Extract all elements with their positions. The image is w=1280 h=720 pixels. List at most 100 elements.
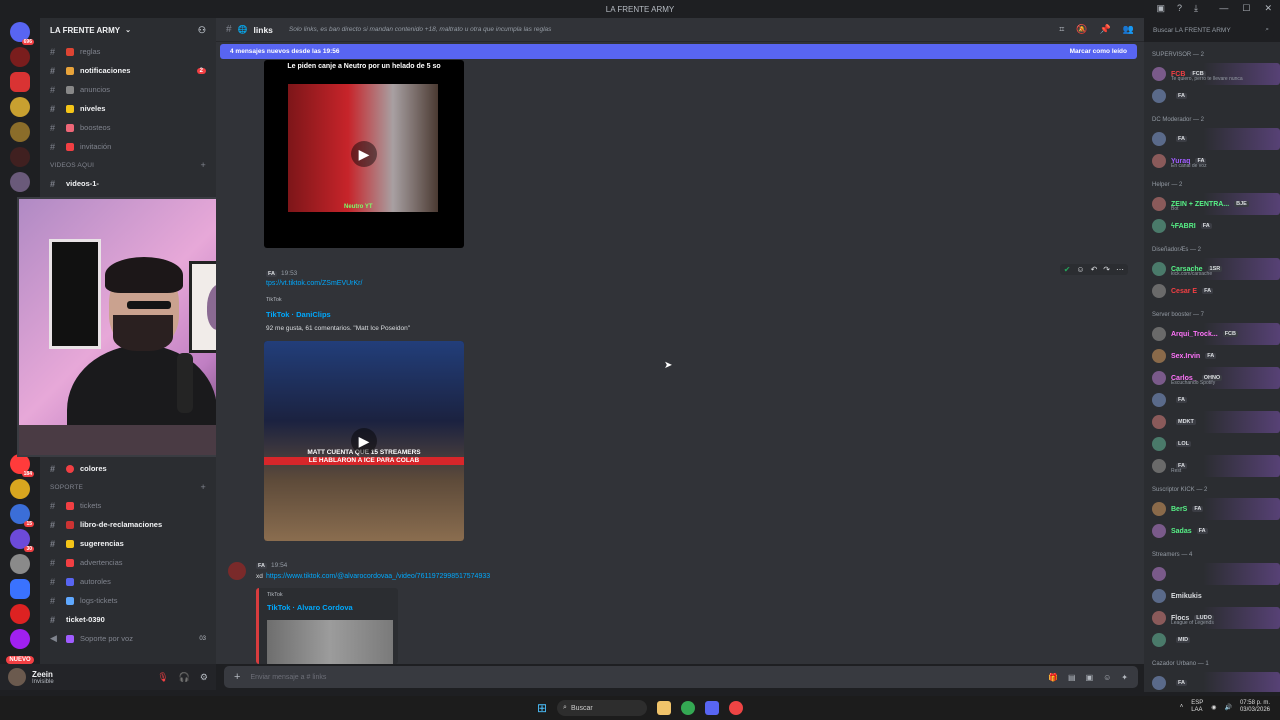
member-row[interactable]: MDKT: [1152, 411, 1280, 433]
member-row[interactable]: Emikukis: [1152, 585, 1280, 607]
video-embed[interactable]: MATT CUENTA QUE 15 STREAMERS LE HABLARON…: [264, 341, 464, 541]
member-row[interactable]: Sex.Irvin FA: [1152, 345, 1280, 367]
category-videos[interactable]: VIDEOS AQUI +: [40, 156, 216, 174]
avatar[interactable]: [1152, 415, 1166, 429]
avatar[interactable]: [8, 668, 26, 686]
avatar[interactable]: [1152, 284, 1166, 298]
category-soporte[interactable]: SOPORTE +: [40, 478, 216, 496]
message-list[interactable]: 4 mensajes nuevos desde las 19:56 Marcar…: [216, 42, 1144, 664]
avatar[interactable]: [1152, 567, 1166, 581]
channel-item[interactable]: # autoroles: [40, 572, 216, 591]
embed-thumbnail[interactable]: [267, 620, 393, 664]
mark-as-read-button[interactable]: Marcar como leído: [1070, 48, 1127, 55]
avatar[interactable]: [1152, 676, 1166, 690]
channel-item[interactable]: # videos-1-: [40, 174, 216, 193]
member-row[interactable]: Arqui_Trock... FCB: [1152, 323, 1280, 345]
avatar[interactable]: [1152, 67, 1166, 81]
channel-item[interactable]: # boosteos: [40, 118, 216, 137]
message-link[interactable]: https://www.tiktok.com/@alvarocordovaa_/…: [266, 573, 490, 580]
channel-item[interactable]: # reglas: [40, 42, 216, 61]
taskbar-search[interactable]: ⌕ Buscar: [557, 700, 648, 716]
search-input[interactable]: Buscar LA FRENTE ARMY ⌕: [1148, 22, 1274, 38]
channel-topic[interactable]: Solo links, es ban directo si mandan con…: [289, 26, 552, 33]
add-attachment-icon[interactable]: +: [234, 671, 240, 683]
channel-item[interactable]: # ticket-0390: [40, 610, 216, 629]
avatar[interactable]: [1152, 459, 1166, 473]
server-icon[interactable]: [10, 579, 30, 599]
member-row[interactable]: Carlos_ OHNO Escuchando Spotify: [1152, 367, 1280, 389]
check-icon[interactable]: ✔: [1064, 265, 1071, 274]
member-row[interactable]: FA: [1152, 85, 1280, 107]
wifi-icon[interactable]: ◉: [1211, 704, 1216, 711]
server-icon[interactable]: 15: [10, 504, 34, 527]
play-icon[interactable]: ▶: [351, 428, 377, 454]
chevron-up-icon[interactable]: ˄: [1180, 704, 1184, 710]
reply-icon[interactable]: ↶: [1091, 265, 1098, 274]
member-row[interactable]: [1152, 563, 1280, 585]
member-row[interactable]: Sadas FA: [1152, 520, 1280, 542]
channel-item[interactable]: # sugerencias: [40, 534, 216, 553]
server-icon[interactable]: [10, 72, 30, 92]
channel-item[interactable]: # notificaciones 2: [40, 61, 216, 80]
server-icon[interactable]: [10, 629, 30, 649]
avatar[interactable]: [1152, 502, 1166, 516]
server-icon[interactable]: [10, 479, 30, 499]
avatar[interactable]: [1152, 89, 1166, 103]
member-row[interactable]: FA: [1152, 672, 1280, 692]
help-icon[interactable]: ?: [1177, 3, 1182, 14]
inbox-icon[interactable]: ▣: [1156, 3, 1165, 14]
apps-icon[interactable]: ✦: [1121, 673, 1128, 682]
channel-item[interactable]: # invitación: [40, 137, 216, 156]
server-icon[interactable]: [10, 604, 30, 624]
windows-start-icon[interactable]: ⊞: [537, 701, 547, 715]
avatar[interactable]: [1152, 327, 1166, 341]
notification-bell-icon[interactable]: 🔕: [1076, 24, 1087, 35]
avatar[interactable]: [1152, 437, 1166, 451]
add-channel-icon[interactable]: +: [201, 482, 206, 492]
member-row[interactable]: FA: [1152, 389, 1280, 411]
server-icon[interactable]: 184: [10, 454, 34, 477]
maximize-button[interactable]: ☐: [1242, 3, 1250, 14]
gear-icon[interactable]: ⚙: [200, 672, 208, 683]
server-icon[interactable]: [10, 97, 30, 117]
channel-item[interactable]: # advertencias: [40, 553, 216, 572]
gif-icon[interactable]: ▤: [1068, 673, 1076, 682]
add-reaction-icon[interactable]: ☺: [1076, 265, 1084, 274]
member-row[interactable]: FA Rest: [1152, 455, 1280, 477]
member-row[interactable]: LOL: [1152, 433, 1280, 455]
channel-item[interactable]: # tickets: [40, 496, 216, 515]
member-row[interactable]: FCB FCB Te quiero, perro te llevare nunca: [1152, 63, 1280, 85]
channel-item[interactable]: # niveles: [40, 99, 216, 118]
member-list-icon[interactable]: 👥: [1123, 24, 1134, 35]
volume-icon[interactable]: 🔊: [1224, 704, 1231, 711]
clock[interactable]: 07:58 p. m. 03/03/2026: [1240, 700, 1270, 714]
forward-icon[interactable]: ↷: [1103, 265, 1110, 274]
member-row[interactable]: Carsache 1SR kick.com/carsache: [1152, 258, 1280, 280]
embed-title[interactable]: TikTok · Alvaro Cordova: [267, 603, 353, 612]
server-icon[interactable]: [10, 172, 30, 192]
avatar[interactable]: [1152, 132, 1166, 146]
channel-item[interactable]: # libro-de-reclamaciones: [40, 515, 216, 534]
deafen-icon[interactable]: 🎧: [179, 672, 190, 683]
mute-icon[interactable]: 🎙: [157, 672, 168, 683]
message-composer[interactable]: + Enviar mensaje a # links 🎁 ▤ ▣ ☺ ✦: [224, 666, 1138, 688]
more-icon[interactable]: ⋯: [1116, 265, 1124, 274]
channel-item[interactable]: # anuncios: [40, 80, 216, 99]
member-row[interactable]: FA: [1152, 128, 1280, 150]
server-icon[interactable]: [10, 122, 30, 142]
member-row[interactable]: BerS FA: [1152, 498, 1280, 520]
member-row[interactable]: ϟFABRI FA: [1152, 215, 1280, 237]
avatar[interactable]: [1152, 349, 1166, 363]
server-header[interactable]: LA FRENTE ARMY ⌄ ⚇: [40, 18, 216, 42]
emoji-icon[interactable]: ☺: [1103, 673, 1111, 682]
download-icon[interactable]: ⤓: [1194, 3, 1198, 14]
video-embed[interactable]: Le piden canje a Neutro por un helado de…: [264, 60, 464, 248]
add-friend-icon[interactable]: ⚇: [198, 25, 206, 36]
avatar[interactable]: [1152, 633, 1166, 647]
member-row[interactable]: Flocs LUDO League of Legends: [1152, 607, 1280, 629]
sticker-icon[interactable]: ▣: [1086, 673, 1094, 682]
avatar[interactable]: [1152, 219, 1166, 233]
member-row[interactable]: MID: [1152, 629, 1280, 651]
avatar[interactable]: [1152, 393, 1166, 407]
channel-item[interactable]: # colores: [40, 459, 216, 478]
